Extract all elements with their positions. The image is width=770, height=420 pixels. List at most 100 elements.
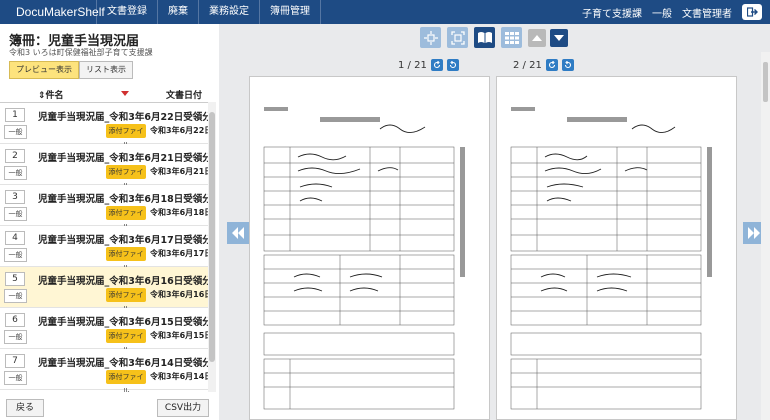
column-header-name[interactable]: ⇕件名	[38, 88, 64, 101]
rotate-right-button[interactable]	[561, 59, 574, 71]
row-type-button[interactable]: 一般	[4, 371, 27, 385]
list-item[interactable]: 4 一般 児童手当現況届_令和3年6月17日受領分 添付ファイル 令和3年6月1…	[0, 226, 216, 272]
row-date: 令和3年6月22日	[150, 126, 213, 135]
viewer-scroll-thumb[interactable]	[763, 62, 768, 102]
scanned-form-image	[263, 107, 465, 410]
fit-center-icon	[423, 30, 438, 45]
preview-view-button[interactable]: プレビュー表示	[9, 61, 79, 79]
scroll-up-icon	[532, 35, 542, 41]
row-title: 児童手当現況届_令和3年6月22日受領分	[38, 112, 212, 123]
list-item[interactable]: 3 一般 児童手当現況届_令和3年6月18日受領分 添付ファイル 令和3年6月1…	[0, 185, 216, 231]
row-date: 令和3年6月21日	[150, 167, 213, 176]
rotate-right-icon	[564, 61, 571, 69]
attachment-badge[interactable]: 添付ファイル	[106, 165, 146, 190]
rotate-left-button[interactable]	[545, 59, 558, 71]
book-view-button[interactable]	[474, 27, 495, 48]
sort-desc-icon[interactable]	[121, 91, 129, 96]
row-title: 児童手当現況届_令和3年6月15日受領分	[38, 317, 212, 328]
attachment-badge[interactable]: 添付ファイル	[106, 247, 146, 272]
fit-page-button[interactable]	[447, 27, 468, 48]
row-date: 令和3年6月18日	[150, 208, 213, 217]
attachment-badge[interactable]: 添付ファイル	[106, 206, 146, 231]
row-title: 児童手当現況届_令和3年6月21日受領分	[38, 153, 212, 164]
department-label: 子育て支援課	[582, 8, 642, 20]
row-type-button[interactable]: 一般	[4, 289, 27, 303]
rotate-right-button[interactable]	[446, 59, 459, 71]
grid-view-icon	[504, 31, 519, 44]
list-view-button[interactable]: リスト表示	[79, 61, 133, 79]
list-item-selected[interactable]: 5 一般 児童手当現況届_令和3年6月16日受領分 添付ファイル 令和3年6月1…	[0, 267, 216, 313]
row-title: 児童手当現況届_令和3年6月17日受領分	[38, 235, 212, 246]
page2-counter: 2 / 21	[513, 59, 542, 71]
nav-business-settings[interactable]: 業務設定	[199, 0, 260, 24]
row-number: 3	[5, 190, 25, 204]
top-navbar: DocuMakerShelf 文書登録 廃棄 業務設定 簿冊管理 子育て支援課 …	[0, 0, 770, 24]
row-type-button[interactable]: 一般	[4, 248, 27, 262]
attachment-badge[interactable]: 添付ファイル	[106, 329, 146, 354]
fit-center-button[interactable]	[420, 27, 441, 48]
double-chevron-right-icon	[748, 227, 760, 239]
attachment-badge[interactable]: 添付ファイル	[106, 370, 146, 392]
brand-logo[interactable]: DocuMakerShelf	[0, 0, 105, 24]
list-scrollbar[interactable]	[208, 102, 216, 392]
row-title: 児童手当現況届_令和3年6月14日受領分	[38, 358, 212, 369]
row-title: 児童手当現況届_令和3年6月16日受領分	[38, 276, 212, 287]
row-number: 6	[5, 313, 25, 327]
row-date: 令和3年6月17日	[150, 249, 213, 258]
nav-disposal[interactable]: 廃棄	[158, 0, 199, 24]
fit-page-icon	[450, 30, 465, 45]
list-item[interactable]: 1 一般 児童手当現況届_令和3年6月22日受領分 添付ファイル 令和3年6月2…	[0, 103, 216, 149]
list-item[interactable]: 2 一般 児童手当現況届_令和3年6月21日受領分 添付ファイル 令和3年6月2…	[0, 144, 216, 190]
grid-view-button[interactable]	[501, 27, 522, 48]
nav-ledger-management[interactable]: 簿冊管理	[260, 0, 321, 24]
scroll-down-icon	[554, 35, 564, 41]
double-chevron-left-icon	[232, 227, 244, 239]
document-page-1[interactable]	[249, 76, 490, 420]
attachment-badge[interactable]: 添付ファイル	[106, 288, 146, 313]
user-role-label: 文書管理者	[682, 8, 732, 20]
scroll-down-button[interactable]	[550, 29, 568, 47]
page2-nav: 2 / 21	[513, 59, 574, 71]
prev-page-button[interactable]	[227, 222, 249, 244]
page1-nav: 1 / 21	[398, 59, 459, 71]
list-item[interactable]: 7 一般 児童手当現況届_令和3年6月14日受領分 添付ファイル 令和3年6月1…	[0, 349, 216, 392]
list-item[interactable]: 6 一般 児童手当現況届_令和3年6月15日受領分 添付ファイル 令和3年6月1…	[0, 308, 216, 354]
document-list: 1 一般 児童手当現況届_令和3年6月22日受領分 添付ファイル 令和3年6月2…	[0, 102, 216, 392]
row-date: 令和3年6月16日	[150, 290, 213, 299]
list-header: ⇕件名 文書日付	[0, 88, 216, 102]
row-type-button[interactable]: 一般	[4, 207, 27, 221]
row-number: 2	[5, 149, 25, 163]
row-type-button[interactable]: 一般	[4, 330, 27, 344]
row-number: 4	[5, 231, 25, 245]
row-date: 令和3年6月14日	[150, 372, 213, 381]
rotate-left-icon	[433, 61, 440, 69]
back-button[interactable]: 戻る	[6, 399, 44, 417]
document-viewer: 1 / 21 2 / 21	[219, 24, 770, 420]
logout-icon	[746, 7, 758, 17]
rotate-left-icon	[548, 61, 555, 69]
row-type-button[interactable]: 一般	[4, 166, 27, 180]
role-label: 一般	[652, 8, 672, 20]
page1-counter: 1 / 21	[398, 59, 427, 71]
nav-document-register[interactable]: 文書登録	[97, 0, 158, 24]
scanned-form-image	[510, 107, 712, 410]
row-number: 5	[5, 272, 25, 286]
row-number: 1	[5, 108, 25, 122]
page-subtitle: 令和3 いろは町保健福祉部子育て支援課	[9, 48, 153, 57]
document-page-2[interactable]	[496, 76, 737, 420]
user-info: 子育て支援課 一般 文書管理者	[582, 0, 770, 24]
list-scroll-thumb[interactable]	[209, 112, 215, 362]
csv-export-button[interactable]: CSV出力	[157, 399, 209, 417]
book-view-icon	[477, 32, 492, 43]
column-header-date[interactable]: 文書日付	[166, 88, 202, 101]
attachment-badge[interactable]: 添付ファイル	[106, 124, 146, 149]
row-type-button[interactable]: 一般	[4, 125, 27, 139]
row-title: 児童手当現況届_令和3年6月18日受領分	[38, 194, 212, 205]
view-toggle: プレビュー表示 リスト表示	[9, 61, 133, 79]
viewer-scrollbar[interactable]	[761, 52, 770, 420]
row-date: 令和3年6月15日	[150, 331, 213, 340]
rotate-left-button[interactable]	[430, 59, 443, 71]
logout-button[interactable]	[742, 4, 762, 20]
rotate-right-icon	[449, 61, 456, 69]
scroll-up-button[interactable]	[528, 29, 546, 47]
